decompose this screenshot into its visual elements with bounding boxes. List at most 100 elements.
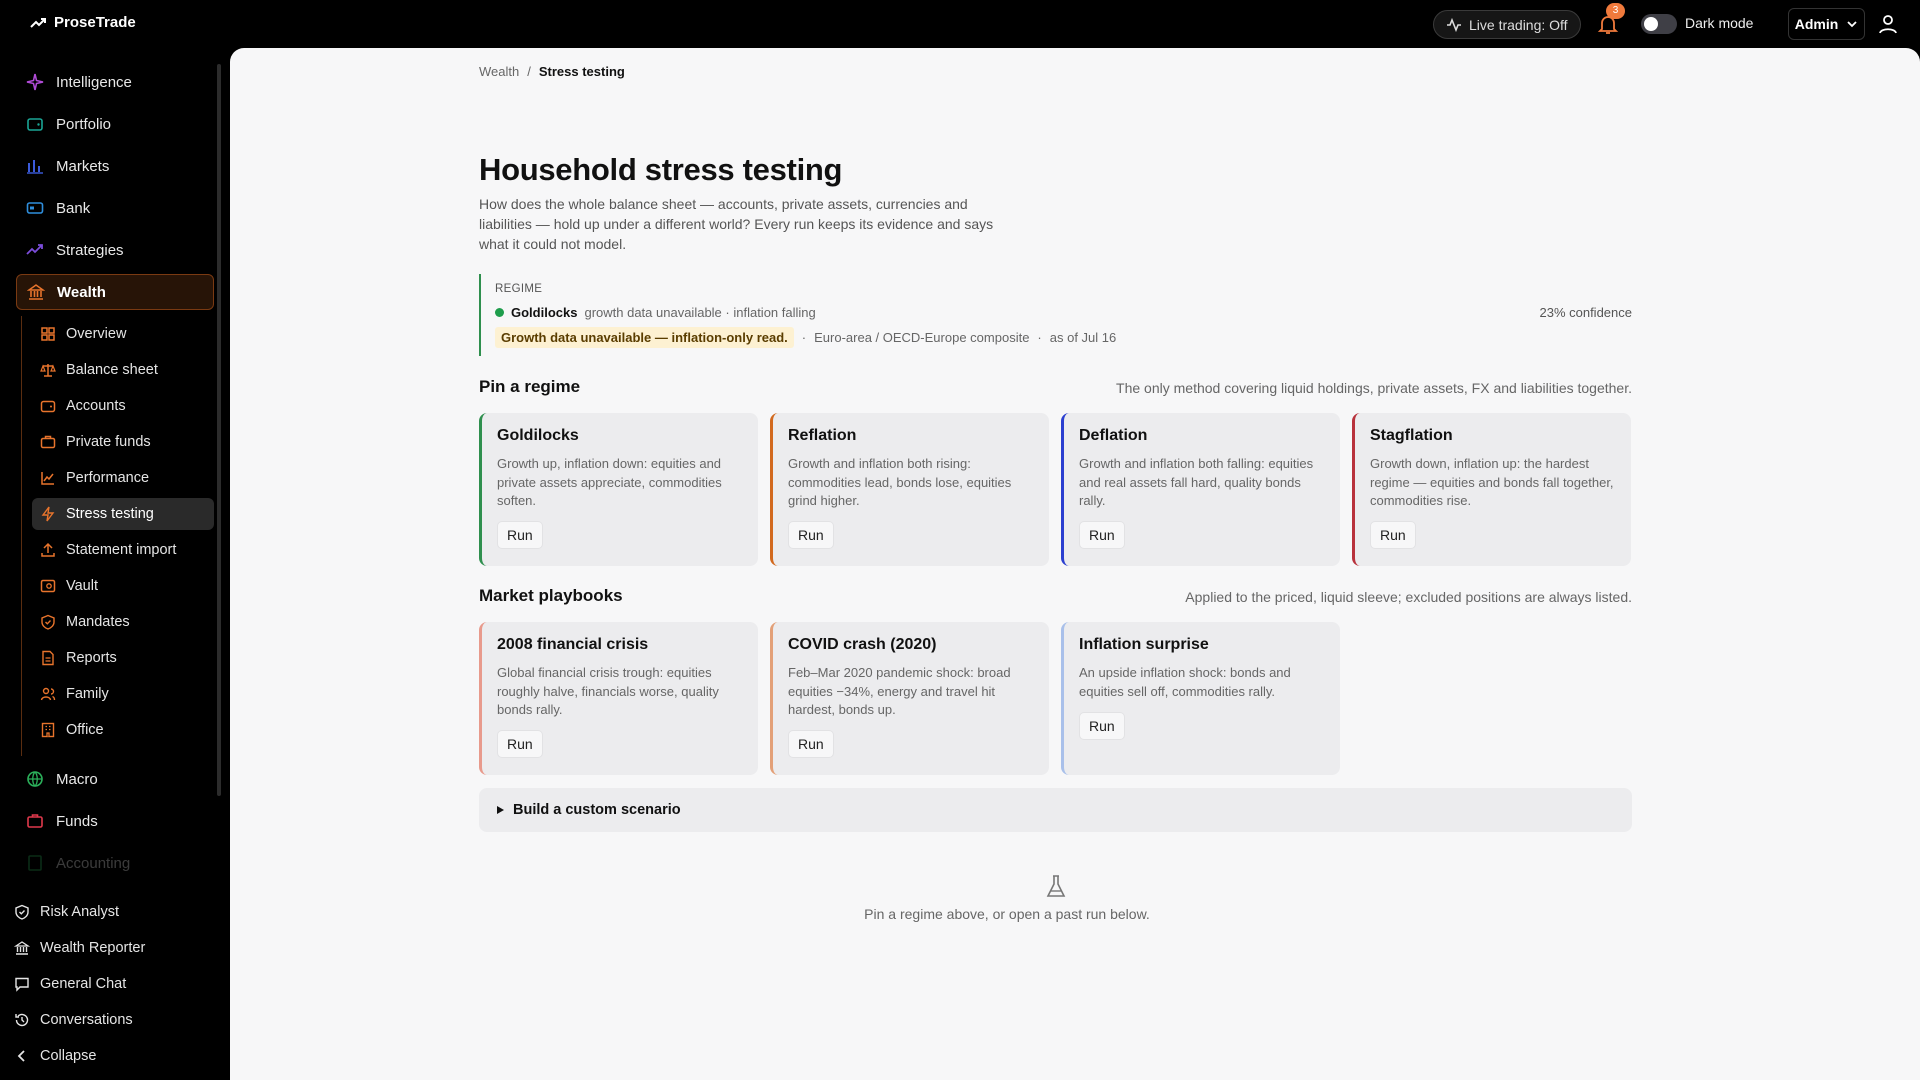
sidebar-bottom-general-chat[interactable]: General Chat <box>14 969 126 999</box>
empty-state-text: Pin a regime above, or open a past run b… <box>864 906 1150 922</box>
history-icon <box>15 1013 29 1027</box>
sidebar-bottom-risk-analyst[interactable]: Risk Analyst <box>14 897 119 927</box>
sidebar-item-label: Intelligence <box>56 73 132 91</box>
dark-mode-toggle[interactable] <box>1641 14 1677 34</box>
triangle-right-icon <box>497 806 504 814</box>
sidebar-subitem-label: Stress testing <box>66 506 154 522</box>
ledger-icon <box>28 855 42 871</box>
run-button[interactable]: Run <box>1079 521 1125 549</box>
run-button[interactable]: Run <box>1079 712 1125 740</box>
breadcrumb-wealth[interactable]: Wealth <box>479 64 519 79</box>
sidebar-item-label: Macro <box>56 770 98 788</box>
notification-badge: 3 <box>1606 3 1625 19</box>
sidebar-bottom-wealth-reporter[interactable]: Wealth Reporter <box>14 933 145 963</box>
card-description: Global financial crisis trough: equities… <box>497 665 719 717</box>
sidebar-collapse-button[interactable]: Collapse <box>14 1041 96 1071</box>
sidebar-subitem-statement-import[interactable]: Statement import <box>32 534 214 566</box>
dark-mode-label: Dark mode <box>1685 15 1754 31</box>
wallet-icon <box>40 400 56 413</box>
app-logo[interactable]: ProseTrade <box>30 14 136 31</box>
run-button[interactable]: Run <box>788 730 834 758</box>
regime-detail: growth data unavailable · inflation fall… <box>584 305 816 320</box>
sidebar-subitem-private-funds[interactable]: Private funds <box>32 426 214 458</box>
chevron-left-icon <box>17 1050 25 1062</box>
regime-card-goldilocks: Goldilocks Growth up, inflation down: eq… <box>479 413 758 566</box>
sidebar-subitem-label: Family <box>66 686 109 702</box>
sidebar-item-label: Accounting <box>56 854 131 872</box>
sidebar-subitem-balance-sheet[interactable]: Balance sheet <box>32 354 214 386</box>
sidebar-item-intelligence[interactable]: Intelligence <box>16 64 214 100</box>
main-content: Wealth / Stress testing Household stress… <box>230 48 1920 1080</box>
sidebar-subitem-label: Overview <box>66 326 127 342</box>
vault-icon <box>40 579 56 593</box>
custom-scenario-toggle[interactable]: Build a custom scenario <box>479 788 1632 832</box>
custom-scenario-label: Build a custom scenario <box>513 802 681 818</box>
sidebar-subitem-office[interactable]: Office <box>32 714 214 746</box>
grid-icon <box>41 327 55 341</box>
card-description: Growth down, inflation up: the hardest r… <box>1370 456 1614 508</box>
breadcrumb-separator: / <box>527 64 531 79</box>
sidebar-subitem-label: Office <box>66 722 104 738</box>
briefcase-icon <box>40 435 56 449</box>
sidebar-subitem-label: Accounts <box>66 398 126 414</box>
sidebar-subitem-performance[interactable]: Performance <box>32 462 214 494</box>
chat-icon <box>15 977 29 992</box>
sidebar-subitem-accounts[interactable]: Accounts <box>32 390 214 422</box>
top-bar: ProseTrade Live trading: Off 3 Dark mode… <box>0 0 1920 48</box>
sidebar-subitem-family[interactable]: Family <box>32 678 214 710</box>
user-menu-button[interactable]: Admin <box>1788 8 1865 40</box>
sidebar-item-funds[interactable]: Funds <box>16 803 214 839</box>
user-icon[interactable] <box>1876 12 1900 36</box>
user-menu-label: Admin <box>1794 16 1839 32</box>
card-title: COVID crash (2020) <box>788 636 937 653</box>
users-icon <box>40 687 56 701</box>
card-title: Deflation <box>1079 427 1148 444</box>
card-title: Reflation <box>788 427 857 444</box>
regime-confidence: 23% confidence <box>1539 305 1632 320</box>
regime-name: Goldilocks <box>511 305 578 320</box>
run-button[interactable]: Run <box>788 521 834 549</box>
run-button[interactable]: Run <box>497 730 543 758</box>
sidebar-item-label: Funds <box>56 812 98 830</box>
playbook-card-2008: 2008 financial crisis Global financial c… <box>479 622 758 775</box>
page-intro: How does the whole balance sheet — accou… <box>479 196 994 252</box>
sidebar-subitem-overview[interactable]: Overview <box>32 318 214 350</box>
playbook-card-inflation-surprise: Inflation surprise An upside inflation s… <box>1061 622 1340 775</box>
regime-separator: · <box>801 330 807 345</box>
sidebar-item-macro[interactable]: Macro <box>16 761 214 797</box>
run-button[interactable]: Run <box>497 521 543 549</box>
sidebar-item-portfolio[interactable]: Portfolio <box>16 106 214 142</box>
sidebar-subitem-mandates[interactable]: Mandates <box>32 606 214 638</box>
globe-icon <box>27 771 43 787</box>
live-trading-toggle[interactable]: Live trading: Off <box>1433 10 1581 39</box>
sidebar-subitem-vault[interactable]: Vault <box>32 570 214 602</box>
sidebar-item-label: Wealth <box>57 283 106 301</box>
trend-up-icon <box>30 17 46 28</box>
sidebar-subitem-label: Private funds <box>66 434 151 450</box>
sidebar-subitem-reports[interactable]: Reports <box>32 642 214 674</box>
sidebar: Intelligence Portfolio Markets Bank Stra… <box>0 48 230 1080</box>
run-button[interactable]: Run <box>1370 521 1416 549</box>
card-description: Growth and inflation both rising: commod… <box>788 456 1012 508</box>
sidebar-subitem-stress-testing[interactable]: Stress testing <box>32 498 214 530</box>
sidebar-item-strategies[interactable]: Strategies <box>16 232 214 268</box>
shield-icon <box>15 904 29 920</box>
sidebar-item-label: Strategies <box>56 241 124 259</box>
shield-check-icon <box>41 614 55 630</box>
sidebar-bottom-conversations[interactable]: Conversations <box>14 1005 133 1035</box>
sidebar-item-wealth[interactable]: Wealth <box>16 274 214 310</box>
page-title: Household stress testing <box>479 152 843 187</box>
regime-meta: Growth data unavailable — inflation-only… <box>495 327 1116 348</box>
sidebar-scrollbar[interactable] <box>217 64 221 796</box>
sidebar-bottom-label: Risk Analyst <box>40 904 119 920</box>
sidebar-item-markets[interactable]: Markets <box>16 148 214 184</box>
card-title: Inflation surprise <box>1079 636 1209 653</box>
sidebar-item-bank[interactable]: Bank <box>16 190 214 226</box>
activity-icon <box>1447 17 1461 32</box>
card-description: Growth up, inflation down: equities and … <box>497 456 722 508</box>
sidebar-item-accounting[interactable]: Accounting <box>16 845 214 881</box>
card-icon <box>26 202 44 214</box>
sidebar-subitem-label: Vault <box>66 578 98 594</box>
bank-icon <box>27 284 45 300</box>
pin-regime-heading: Pin a regime <box>479 377 581 396</box>
